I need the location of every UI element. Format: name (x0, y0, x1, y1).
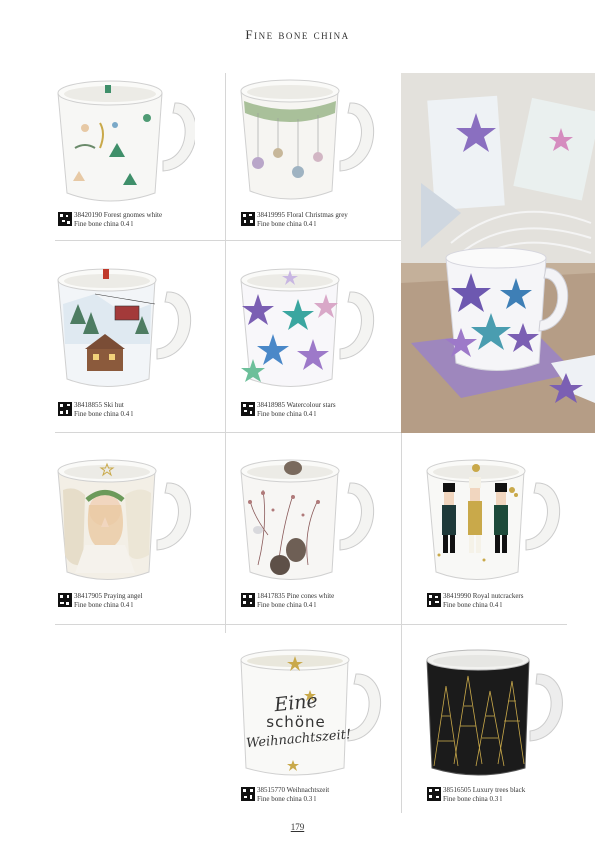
product-code-name: 38516505 Luxury trees black (443, 786, 526, 794)
mug-image (240, 79, 374, 200)
mug-image (240, 268, 374, 387)
qr-code-icon (58, 593, 72, 607)
product-forest-gnomes[interactable]: 38420190 Forest gnomes white Fine bone c… (55, 73, 225, 240)
product-material: Fine bone china 0.4 l (257, 220, 316, 228)
divider (225, 73, 226, 633)
product-code-name: 38417905 Praying angel (74, 592, 143, 600)
product-code-name: 38420190 Forest gnomes white (74, 211, 163, 219)
product-watercolour-stars[interactable]: 38418985 Watercolour stars Fine bone chi… (238, 264, 401, 432)
product-caption: 38420190 Forest gnomes white Fine bone c… (74, 211, 162, 229)
product-material: Fine bone china 0.4 l (74, 410, 133, 418)
product-material: Fine bone china 0.4 l (74, 220, 133, 228)
product-pine-cones-white[interactable]: 18417835 Pine cones white Fine bone chin… (238, 455, 401, 624)
product-code-name: 38418985 Watercolour stars (257, 401, 336, 409)
qr-code-icon (58, 212, 72, 226)
product-material: Fine bone china 0.4 l (257, 601, 316, 609)
product-floral-christmas-grey[interactable]: 38419995 Floral Christmas grey Fine bone… (238, 73, 401, 240)
product-code-name: 18417835 Pine cones white (257, 592, 335, 600)
product-praying-angel[interactable]: 38417905 Praying angel Fine bone china 0… (55, 455, 225, 624)
product-caption: 38417905 Praying angel Fine bone china 0… (74, 592, 142, 610)
product-code-name: 38419990 Royal nutcrackers (443, 592, 524, 600)
divider (55, 624, 567, 625)
product-code-name: 38515770 Weihnachtszeit (257, 786, 330, 794)
mug-image (426, 649, 563, 776)
page-number: 179 (290, 822, 305, 832)
qr-code-icon (58, 402, 72, 416)
product-caption: 38419990 Royal nutcrackers Fine bone chi… (443, 592, 523, 610)
mug-script-text: Eine schöne Weihnachtszeit! (245, 690, 351, 752)
product-caption: 18417835 Pine cones white Fine bone chin… (257, 592, 334, 610)
lifestyle-photo (401, 73, 595, 433)
mug-image (57, 268, 191, 387)
product-royal-nutcrackers[interactable]: 38419990 Royal nutcrackers Fine bone chi… (424, 455, 567, 624)
product-material: Fine bone china 0.3 l (443, 795, 502, 803)
product-code-name: 38419995 Floral Christmas grey (257, 211, 348, 219)
product-code-name: 38418855 Ski hut (74, 401, 124, 409)
product-ski-hut[interactable]: 38418855 Ski hut Fine bone china 0.4 l (55, 264, 225, 432)
product-material: Fine bone china 0.4 l (443, 601, 502, 609)
product-material: Fine bone china 0.4 l (74, 601, 133, 609)
product-caption: 38515770 Weihnachtszeit Fine bone china … (257, 786, 329, 804)
product-caption: 38516505 Luxury trees black Fine bone ch… (443, 786, 525, 804)
product-material: Fine bone china 0.3 l (257, 795, 316, 803)
mug-image (57, 80, 195, 202)
qr-code-icon (427, 787, 441, 801)
page-title: Fine bone china (245, 27, 350, 42)
mug-image (240, 459, 374, 580)
product-weihnachtszeit[interactable]: Eine schöne Weihnachtszeit! 38515770 Wei… (238, 646, 401, 816)
qr-code-icon (241, 212, 255, 226)
mug-image (426, 459, 560, 580)
product-caption: 38418985 Watercolour stars Fine bone chi… (257, 401, 336, 419)
qr-code-icon (241, 593, 255, 607)
product-caption: 38418855 Ski hut Fine bone china 0.4 l (74, 401, 133, 419)
product-material: Fine bone china 0.4 l (257, 410, 316, 418)
qr-code-icon (241, 787, 255, 801)
product-luxury-trees-black[interactable]: 38516505 Luxury trees black Fine bone ch… (424, 646, 567, 816)
divider (55, 240, 401, 241)
divider (55, 432, 401, 433)
product-caption: 38419995 Floral Christmas grey Fine bone… (257, 211, 348, 229)
qr-code-icon (241, 402, 255, 416)
mug-image (57, 459, 191, 580)
qr-code-icon (427, 593, 441, 607)
divider (401, 433, 402, 813)
